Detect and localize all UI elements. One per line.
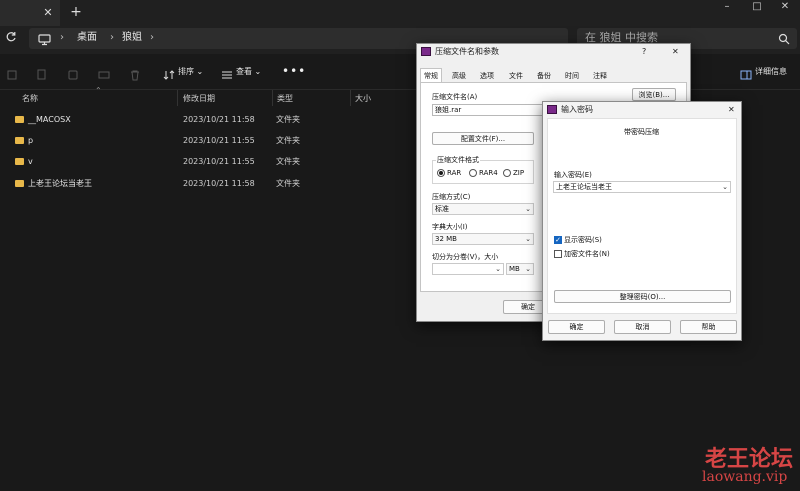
watermark-url: laowang.vip — [702, 469, 788, 485]
split-unit-select[interactable]: MB ⌄ — [506, 263, 534, 275]
format-zip-label: ZIP — [513, 169, 525, 177]
tab-advanced[interactable]: 高级 — [452, 71, 466, 81]
split-size-input[interactable]: ⌄ — [432, 263, 504, 275]
file-date: 2023/10/21 11:55 — [183, 136, 255, 145]
file-type: 文件夹 — [276, 179, 300, 188]
archive-name-label: 压缩文件名(A) — [432, 93, 478, 101]
tab-options[interactable]: 选项 — [480, 71, 494, 81]
folder-icon — [15, 158, 24, 165]
file-name: 上老王论坛当老王 — [28, 179, 92, 188]
organize-passwords-button[interactable]: 整理密码(O)... — [554, 290, 731, 303]
chevron-right-icon: › — [60, 32, 64, 43]
tab-close-icon[interactable]: ✕ — [41, 5, 55, 21]
archive-dialog-title: 压缩文件名和参数 — [435, 47, 499, 56]
paste-icon[interactable] — [67, 66, 79, 80]
breadcrumb-desktop[interactable]: 桌面 — [77, 31, 97, 45]
method-label: 压缩方式(C) — [432, 193, 471, 201]
tab-general[interactable]: 常规 — [424, 71, 438, 81]
archive-name-input[interactable]: 狼姐.rar — [432, 104, 544, 116]
copy-icon[interactable] — [36, 66, 48, 80]
title-bar — [0, 0, 800, 26]
cut-icon[interactable] — [6, 66, 18, 80]
sort-icon[interactable] — [163, 66, 175, 80]
close-icon[interactable]: ✕ — [728, 105, 735, 115]
password-panel — [547, 118, 737, 314]
sort-button[interactable]: 排序 ⌄ — [178, 66, 203, 78]
format-rar-radio[interactable] — [437, 169, 445, 177]
file-date: 2023/10/21 11:58 — [183, 115, 255, 124]
delete-icon[interactable] — [129, 66, 141, 81]
chevron-right-icon: › — [110, 32, 114, 43]
column-divider[interactable] — [350, 90, 351, 106]
password-dialog-title: 输入密码 — [561, 105, 593, 114]
column-divider[interactable] — [177, 90, 178, 106]
file-name: __MACOSX — [28, 115, 71, 124]
format-group-label: 压缩文件格式 — [436, 155, 480, 165]
monitor-icon — [38, 31, 52, 46]
help-icon[interactable]: ? — [642, 47, 646, 57]
folder-icon — [15, 180, 24, 187]
format-rar-label: RAR — [447, 169, 462, 177]
table-row[interactable]: v 2023/10/21 11:55 文件夹 — [14, 154, 344, 174]
chevron-right-icon: › — [150, 32, 154, 43]
column-date[interactable]: 修改日期 — [183, 93, 215, 105]
column-type[interactable]: 类型 — [277, 93, 293, 105]
file-type: 文件夹 — [276, 136, 300, 145]
folder-icon — [15, 116, 24, 123]
minimize-button[interactable]: – — [712, 0, 742, 18]
file-name: v — [28, 157, 33, 166]
winrar-icon — [421, 47, 431, 56]
refresh-icon[interactable] — [4, 31, 18, 47]
file-type: 文件夹 — [276, 157, 300, 166]
more-options-button[interactable]: ••• — [282, 64, 306, 78]
browse-button[interactable]: 浏览(B)... — [632, 88, 676, 101]
dict-select[interactable]: 32 MB ⌄ — [432, 233, 534, 245]
file-date: 2023/10/21 11:55 — [183, 157, 255, 166]
table-row[interactable]: 上老王论坛当老王 2023/10/21 11:58 文件夹 — [14, 176, 344, 196]
sort-up-icon: ⌃ — [95, 86, 102, 95]
search-icon[interactable] — [778, 30, 792, 45]
breadcrumb-folder[interactable]: 狼姐 — [122, 31, 142, 45]
column-size[interactable]: 大小 — [355, 93, 371, 105]
maximize-button[interactable]: □ — [742, 0, 772, 18]
file-date: 2023/10/21 11:58 — [183, 179, 255, 188]
password-cancel-button[interactable]: 取消 — [614, 320, 671, 334]
password-heading: 带密码压缩 — [624, 128, 659, 136]
file-name: p — [28, 136, 34, 145]
new-tab-icon[interactable]: + — [69, 4, 83, 20]
tab-files[interactable]: 文件 — [509, 71, 523, 81]
view-button[interactable]: 查看 ⌄ — [236, 66, 261, 78]
table-row[interactable]: p 2023/10/21 11:55 文件夹 — [14, 133, 344, 153]
folder-icon — [15, 137, 24, 144]
method-select[interactable]: 标准 ⌄ — [432, 203, 534, 215]
file-type: 文件夹 — [276, 115, 300, 124]
password-help-button[interactable]: 帮助 — [680, 320, 737, 334]
view-icon[interactable] — [221, 66, 233, 79]
table-row[interactable]: __MACOSX 2023/10/21 11:58 文件夹 — [14, 112, 344, 132]
details-button[interactable]: 详细信息 — [755, 66, 787, 78]
format-rar4-label: RAR4 — [479, 169, 498, 177]
encrypt-names-label: 加密文件名(N) — [564, 250, 610, 258]
encrypt-names-checkbox[interactable] — [554, 250, 562, 258]
tab-time[interactable]: 时间 — [565, 71, 579, 81]
password-ok-button[interactable]: 确定 — [548, 320, 605, 334]
close-icon[interactable]: ✕ — [672, 47, 679, 57]
format-rar4-radio[interactable] — [469, 169, 477, 177]
tab-backup[interactable]: 备份 — [537, 71, 551, 81]
format-zip-radio[interactable] — [503, 169, 511, 177]
split-label: 切分为分卷(V)，大小 — [432, 253, 499, 261]
rename-icon[interactable] — [98, 66, 110, 79]
profiles-button[interactable]: 配置文件(F)... — [432, 132, 534, 145]
dict-label: 字典大小(I) — [432, 223, 468, 231]
column-divider[interactable] — [272, 90, 273, 106]
winrar-icon — [547, 105, 557, 114]
enter-password-label: 输入密码(E) — [554, 171, 592, 179]
tab-comment[interactable]: 注释 — [593, 71, 607, 81]
show-password-checkbox[interactable]: ✓ — [554, 236, 562, 244]
close-window-button[interactable]: ✕ — [770, 0, 800, 18]
details-pane-icon[interactable] — [740, 66, 752, 80]
column-name[interactable]: 名称 — [22, 93, 38, 105]
show-password-label: 显示密码(S) — [564, 236, 602, 244]
password-input[interactable]: 上老王论坛当老王 ⌄ — [553, 181, 731, 193]
